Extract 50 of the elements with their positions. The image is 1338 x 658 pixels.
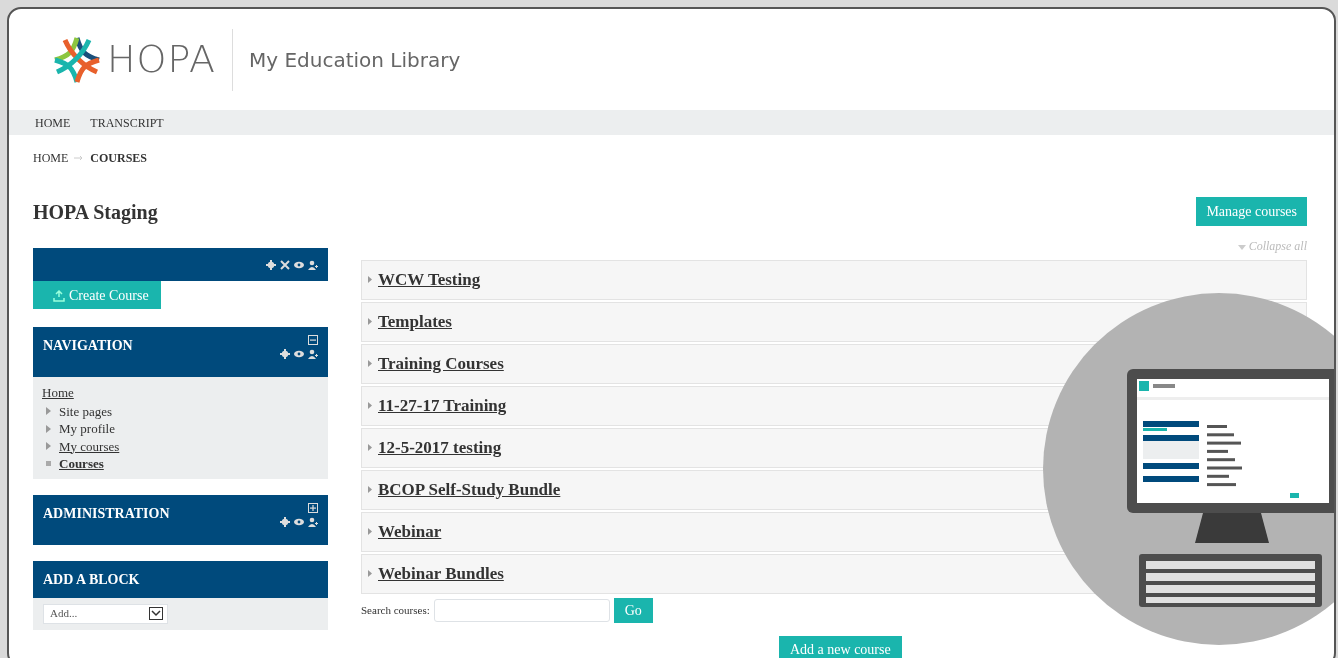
expand-icon[interactable] <box>308 502 318 513</box>
block-select[interactable]: Add... <box>43 603 168 624</box>
eye-icon[interactable] <box>294 516 304 527</box>
caret-icon <box>1237 244 1246 250</box>
eye-icon[interactable] <box>294 349 304 359</box>
search-field[interactable] <box>433 598 610 622</box>
user-icon[interactable] <box>308 516 318 527</box>
site-title: My Education Library <box>248 46 461 74</box>
caret-icon[interactable] <box>368 528 372 535</box>
category-link[interactable]: 12-5-2017 testing <box>378 434 502 461</box>
logo-text: HOPA <box>107 36 216 83</box>
gear-icon[interactable] <box>280 516 290 527</box>
category-link[interactable]: Training Courses <box>378 350 504 377</box>
breadcrumb-link[interactable]: HOME <box>33 149 69 167</box>
nav-link[interactable]: Home <box>42 385 74 400</box>
user-icon[interactable] <box>308 349 318 359</box>
eye-icon[interactable] <box>294 259 304 270</box>
breadcrumb-current[interactable]: COURSES <box>90 149 148 167</box>
caret-icon[interactable] <box>368 570 372 577</box>
caret-icon[interactable] <box>368 444 372 451</box>
arrow-icon <box>74 155 85 161</box>
block-title: ADD A BLOCK <box>43 570 140 589</box>
menu-link[interactable]: TRANSCRIPT <box>90 113 164 132</box>
upload-icon <box>53 289 65 302</box>
caret-icon[interactable] <box>368 318 372 325</box>
page-title: HOPA Staging <box>33 199 158 224</box>
gear-icon[interactable] <box>280 349 290 359</box>
caret-icon[interactable] <box>368 360 372 367</box>
category-link[interactable]: 11-27-17 Training <box>378 392 507 419</box>
nav-item[interactable]: My profile <box>59 419 115 439</box>
category-link[interactable]: Templates <box>378 308 452 335</box>
close-icon[interactable] <box>280 259 290 270</box>
nav-link[interactable]: Courses <box>59 454 104 474</box>
user-icon[interactable] <box>308 259 318 270</box>
dropdown-icon <box>149 607 163 620</box>
nav-link[interactable]: My courses <box>59 436 120 456</box>
category-link[interactable]: WCW Testing <box>378 266 481 293</box>
category-link[interactable]: Webinar Bundles <box>378 560 504 587</box>
caret-icon[interactable] <box>368 276 372 283</box>
category-link[interactable]: Webinar <box>378 518 442 545</box>
menu-link[interactable]: HOME <box>35 113 71 132</box>
nav-item[interactable]: Site pages <box>59 401 113 421</box>
category-link[interactable]: BCOP Self-Study Bundle <box>378 476 561 503</box>
caret-icon[interactable] <box>368 486 372 493</box>
caret-icon[interactable] <box>368 402 372 409</box>
search-label: Search courses: <box>361 602 430 618</box>
collapse-icon[interactable] <box>308 335 318 345</box>
block-title: NAVIGATION <box>43 337 133 355</box>
gear-icon[interactable] <box>266 259 276 270</box>
block-title: ADMINISTRATION <box>43 504 170 523</box>
